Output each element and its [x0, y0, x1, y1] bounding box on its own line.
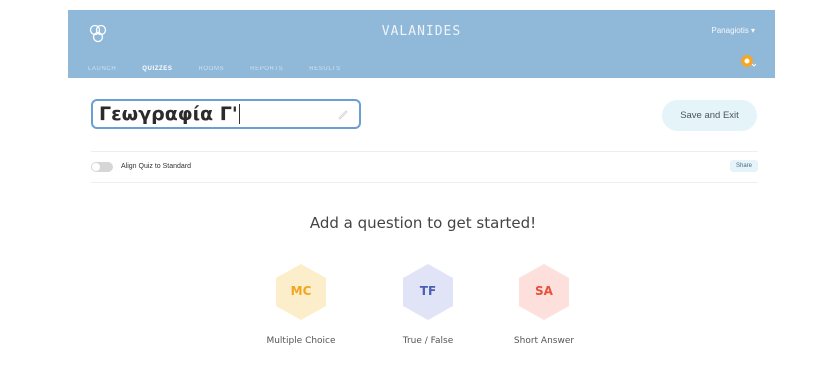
quiz-title-text: Γεωγραφία Γ'	[99, 103, 238, 125]
empty-state-heading: Add a question to get started!	[309, 214, 537, 232]
tf-label: True / False	[402, 336, 454, 346]
nav-rooms[interactable]: ROOMS	[198, 66, 224, 80]
user-menu[interactable]: Panagiotis ▾	[711, 26, 755, 35]
save-and-exit-button[interactable]: Save and Exit	[662, 100, 757, 131]
mc-label: Multiple Choice	[266, 336, 336, 346]
tf-hexagon: TF	[400, 262, 456, 322]
sa-hexagon: SA	[516, 262, 572, 322]
top-header: VALANIDES Panagiotis ▾ LAUNCH QUIZZES RO…	[68, 10, 775, 80]
share-button[interactable]: Share	[729, 160, 758, 172]
nav-reports[interactable]: REPORTS	[250, 66, 283, 80]
sa-label: Short Answer	[513, 336, 575, 346]
question-type-true-false[interactable]: TF True / False	[373, 262, 483, 346]
nav-quizzes[interactable]: QUIZZES	[142, 66, 173, 80]
mc-hexagon: MC	[273, 262, 329, 322]
mc-abbr: MC	[290, 284, 312, 298]
main-nav: LAUNCH QUIZZES ROOMS REPORTS RESULTS	[88, 66, 367, 80]
tf-abbr: TF	[419, 284, 437, 298]
question-type-multiple-choice[interactable]: MC Multiple Choice	[246, 262, 356, 346]
question-type-short-answer[interactable]: SA Short Answer	[489, 262, 599, 346]
align-standard-toggle[interactable]	[91, 162, 113, 172]
pencil-icon	[338, 110, 348, 120]
brand-name: VALANIDES	[381, 24, 462, 39]
nav-launch[interactable]: LAUNCH	[88, 66, 116, 80]
align-standard-label: Align Quiz to Standard	[121, 163, 192, 170]
sa-abbr: SA	[535, 284, 553, 298]
lifebuoy-icon[interactable]	[739, 52, 757, 70]
text-caret	[238, 104, 241, 124]
quiz-title-input[interactable]: Γεωγραφία Γ'	[91, 99, 361, 129]
nav-results[interactable]: RESULTS	[309, 66, 340, 80]
toggle-knob	[92, 163, 100, 171]
align-standard-row: Align Quiz to Standard Share	[91, 151, 758, 183]
